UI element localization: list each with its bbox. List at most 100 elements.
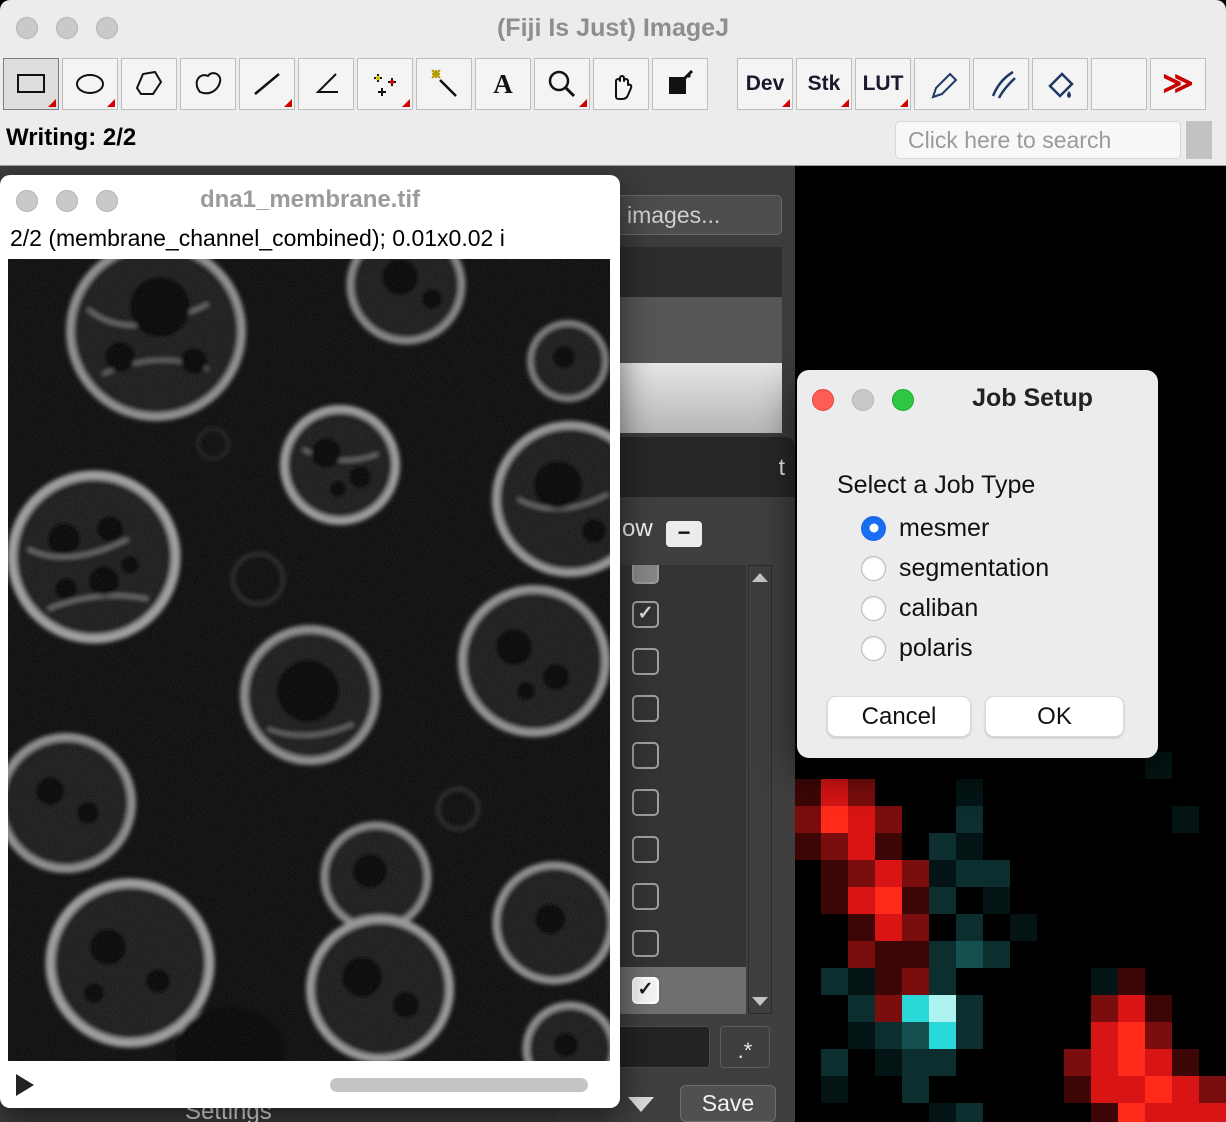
horizontal-scrollbar[interactable]: [330, 1078, 588, 1092]
checkbox[interactable]: [632, 648, 659, 675]
fiji-titlebar[interactable]: (Fiji Is Just) ImageJ: [0, 0, 1226, 56]
job-option-segmentation[interactable]: segmentation: [861, 548, 1049, 588]
scroll-down-icon[interactable]: [752, 997, 768, 1006]
zoom-button[interactable]: [96, 190, 118, 212]
table-row[interactable]: ✓: [616, 967, 746, 1014]
job-option-mesmer[interactable]: mesmer: [861, 508, 1049, 548]
pixel-cell: [929, 1022, 956, 1049]
checkbox-checked[interactable]: ✓: [632, 977, 659, 1004]
table-row[interactable]: [616, 732, 746, 779]
tool-freehand[interactable]: [180, 58, 236, 110]
checkbox[interactable]: [632, 789, 659, 816]
pixel-cell: [1145, 914, 1172, 941]
tool-lut[interactable]: LUT: [855, 58, 911, 110]
checkbox[interactable]: [632, 695, 659, 722]
pixel-cell: [929, 914, 956, 941]
play-button[interactable]: [16, 1074, 34, 1096]
job-options: mesmersegmentationcalibanpolaris: [861, 508, 1049, 668]
tool-color-picker[interactable]: [652, 58, 708, 110]
tool-polygon[interactable]: [121, 58, 177, 110]
minimize-button[interactable]: [56, 190, 78, 212]
zoom-button[interactable]: [96, 17, 118, 39]
tool-angle[interactable]: [298, 58, 354, 110]
pixel-cell: [1064, 968, 1091, 995]
pixel-cell: [1199, 860, 1226, 887]
table-row[interactable]: ✓: [616, 591, 746, 638]
close-button[interactable]: [16, 190, 38, 212]
checkbox-checked[interactable]: ✓: [632, 601, 659, 628]
table-row[interactable]: [616, 779, 746, 826]
radio-icon[interactable]: [861, 596, 886, 621]
pixel-cell: [1172, 752, 1199, 779]
tool-fill[interactable]: [1032, 58, 1088, 110]
tool-wand[interactable]: [416, 58, 472, 110]
tool-text[interactable]: A: [475, 58, 531, 110]
table-row[interactable]: [616, 873, 746, 920]
tool-rectangle[interactable]: [3, 58, 59, 110]
dropdown-arrow-icon[interactable]: [628, 1097, 654, 1112]
radio-selected-icon[interactable]: [861, 516, 886, 541]
checkbox[interactable]: [632, 930, 659, 957]
tool-pencil[interactable]: [914, 58, 970, 110]
pixel-cell: [1145, 1022, 1172, 1049]
cancel-button[interactable]: Cancel: [827, 696, 971, 737]
pixel-cell: [956, 1049, 983, 1076]
toolbar: A Dev Stk: [3, 58, 1209, 110]
pixel-cell: [956, 914, 983, 941]
pixel-cell: [1199, 1076, 1226, 1103]
minimize-button[interactable]: [852, 389, 874, 411]
collapse-button[interactable]: −: [666, 521, 702, 547]
checkbox[interactable]: [632, 565, 659, 584]
table-row[interactable]: [616, 638, 746, 685]
tool-line[interactable]: [239, 58, 295, 110]
table-row[interactable]: [616, 565, 746, 591]
tool-stk[interactable]: Stk: [796, 58, 852, 110]
pixel-cell: [902, 833, 929, 860]
minimize-button[interactable]: [56, 17, 78, 39]
pixel-cell: [1118, 1076, 1145, 1103]
checkbox-table: ✓✓: [616, 565, 746, 1014]
checkbox[interactable]: [632, 836, 659, 863]
tool-dev[interactable]: Dev: [737, 58, 793, 110]
pixel-cell: [794, 968, 821, 995]
tool-zoom[interactable]: [534, 58, 590, 110]
job-option-polaris[interactable]: polaris: [861, 628, 1049, 668]
search-input[interactable]: [895, 121, 1181, 159]
radio-icon[interactable]: [861, 636, 886, 661]
pixel-cell: [1010, 779, 1037, 806]
close-button[interactable]: [812, 389, 834, 411]
regex-button[interactable]: .*: [720, 1026, 770, 1068]
tool-hand[interactable]: [593, 58, 649, 110]
pixel-cell: [1199, 833, 1226, 860]
pixel-cell: [875, 833, 902, 860]
pixel-cell: [1118, 968, 1145, 995]
job-option-caliban[interactable]: caliban: [861, 588, 1049, 628]
pixel-cell: [1118, 914, 1145, 941]
close-button[interactable]: [16, 17, 38, 39]
tool-brush[interactable]: [973, 58, 1029, 110]
microscopy-canvas[interactable]: [8, 259, 610, 1061]
pixel-cell: [875, 887, 902, 914]
tool-blank[interactable]: [1091, 58, 1147, 110]
pixel-cell: [821, 806, 848, 833]
pixel-cell: [1118, 887, 1145, 914]
tool-multi-point[interactable]: [357, 58, 413, 110]
filter-input[interactable]: [616, 1026, 710, 1068]
save-button[interactable]: Save: [680, 1085, 776, 1122]
image-window-titlebar[interactable]: dna1_membrane.tif: [0, 175, 620, 225]
tool-more[interactable]: ≫: [1150, 58, 1206, 110]
scroll-up-icon[interactable]: [752, 573, 768, 582]
pixel-cell: [929, 1103, 956, 1122]
table-scrollbar[interactable]: [748, 565, 772, 1014]
tool-oval[interactable]: [62, 58, 118, 110]
ok-button[interactable]: OK: [985, 696, 1124, 737]
table-row[interactable]: [616, 685, 746, 732]
pixel-cell: [956, 941, 983, 968]
pixel-cell: [1172, 806, 1199, 833]
checkbox[interactable]: [632, 742, 659, 769]
checkbox[interactable]: [632, 883, 659, 910]
table-row[interactable]: [616, 826, 746, 873]
table-row[interactable]: [616, 920, 746, 967]
pixel-cell: [1145, 860, 1172, 887]
radio-icon[interactable]: [861, 556, 886, 581]
